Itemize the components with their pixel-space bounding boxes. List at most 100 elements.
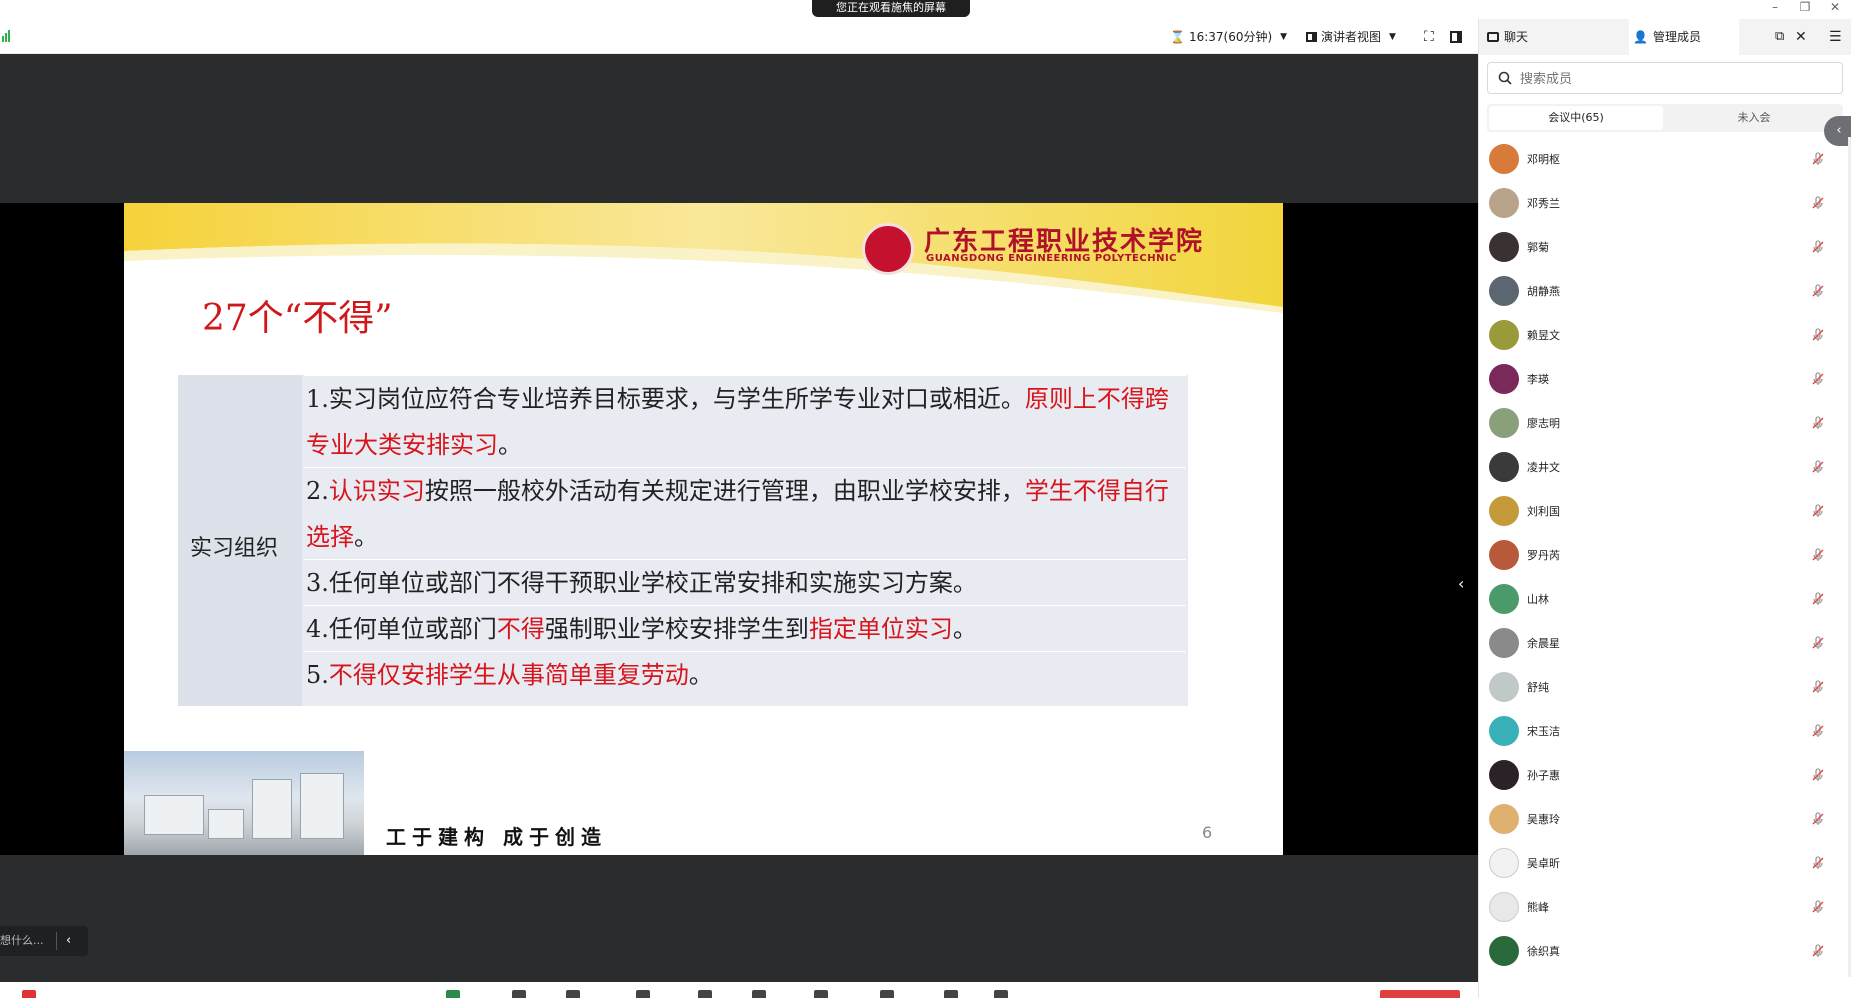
record-icon[interactable] xyxy=(752,990,766,998)
row-highlight: 认识实习 xyxy=(328,477,425,505)
mic-muted-icon[interactable] xyxy=(1810,151,1826,167)
member-row[interactable]: 孙子惠 xyxy=(1479,753,1851,797)
member-row[interactable]: 熊峰 xyxy=(1479,885,1851,929)
row-highlight: 不得仅安排学生从事简单重复劳动 xyxy=(328,661,689,689)
chevron-left-icon[interactable]: ‹ xyxy=(66,926,71,956)
member-row[interactable]: 罗丹芮 xyxy=(1479,533,1851,577)
restore-icon[interactable]: ❐ xyxy=(1790,0,1820,16)
search-input[interactable] xyxy=(1520,69,1820,89)
avatar xyxy=(1489,584,1519,614)
mic-icon[interactable] xyxy=(22,990,36,998)
member-filter: 会议中(65) 未入会 xyxy=(1487,104,1843,132)
member-name: 吴卓昕 xyxy=(1527,857,1560,870)
mic-muted-icon[interactable] xyxy=(1810,239,1826,255)
member-name: 熊峰 xyxy=(1527,901,1549,914)
mic-muted-icon[interactable] xyxy=(1810,547,1826,563)
avatar xyxy=(1489,716,1519,746)
tab-not-joined[interactable]: 未入会 xyxy=(1667,106,1841,130)
mic-muted-icon[interactable] xyxy=(1810,371,1826,387)
rules-table: 实习组织 1.实习岗位应符合专业培养目标要求，与学生所学专业对口或相近。原则上不… xyxy=(178,375,1188,706)
mic-muted-icon[interactable] xyxy=(1810,767,1826,783)
member-row[interactable]: 山林 xyxy=(1479,577,1851,621)
member-row[interactable]: 邓秀兰 xyxy=(1479,181,1851,225)
member-row[interactable]: 郭菊 xyxy=(1479,225,1851,269)
apps-icon[interactable] xyxy=(944,990,958,998)
row-text: 。 xyxy=(498,431,522,459)
chat-icon[interactable] xyxy=(698,990,712,998)
screen-share-banner[interactable]: 您正在观看施焦的屏幕 xyxy=(812,0,970,17)
member-row[interactable]: 李瑛 xyxy=(1479,357,1851,401)
user-icon[interactable] xyxy=(880,990,894,998)
mic-muted-icon[interactable] xyxy=(1810,855,1826,871)
member-row[interactable]: 吴惠玲 xyxy=(1479,797,1851,841)
fullscreen-icon: ⛶ xyxy=(1424,29,1434,45)
mic-muted-icon[interactable] xyxy=(1810,591,1826,607)
mic-muted-icon[interactable] xyxy=(1810,943,1826,959)
popout-button[interactable]: ⧉ xyxy=(1775,19,1784,55)
member-row[interactable]: 胡静燕 xyxy=(1479,269,1851,313)
member-row[interactable]: 赖昱文 xyxy=(1479,313,1851,357)
settings-icon[interactable] xyxy=(994,990,1008,998)
member-name: 李瑛 xyxy=(1527,373,1549,386)
slide-footer: 工于建构 成于创造 6 xyxy=(124,733,1283,855)
view-mode-button[interactable]: 演讲者视图 ▼ xyxy=(1306,27,1396,47)
member-name: 邓秀兰 xyxy=(1527,197,1560,210)
security-icon[interactable] xyxy=(512,990,526,998)
tab-chat[interactable]: 聊天 xyxy=(1487,19,1528,55)
mic-muted-icon[interactable] xyxy=(1810,415,1826,431)
member-row[interactable]: 吴卓昕 xyxy=(1479,841,1851,885)
row-text: 。 xyxy=(688,661,713,689)
mic-muted-icon[interactable] xyxy=(1810,283,1826,299)
manage-members-icon[interactable] xyxy=(636,990,650,998)
member-row[interactable]: 廖志明 xyxy=(1479,401,1851,445)
bottom-control-bar xyxy=(0,982,1478,998)
member-row[interactable]: 邓明枢 xyxy=(1479,137,1851,181)
mic-muted-icon[interactable] xyxy=(1810,723,1826,739)
meeting-timer[interactable]: ⌛ 16:37(60分钟) ▼ xyxy=(1170,27,1287,47)
mic-muted-icon[interactable] xyxy=(1810,679,1826,695)
row-text: 。 xyxy=(354,523,378,551)
meeting-toolbar: ⌛ 16:37(60分钟) ▼ 演讲者视图 ▼ ⛶ xyxy=(0,19,1478,54)
avatar xyxy=(1489,364,1519,394)
member-row[interactable]: 刘利国 xyxy=(1479,489,1851,533)
reaction-icon[interactable] xyxy=(814,990,828,998)
tab-members[interactable]: 👤 管理成员 xyxy=(1633,19,1701,55)
menu-icon: ☰ xyxy=(1829,29,1842,45)
timer-text: 16:37(60分钟) xyxy=(1188,30,1273,44)
avatar xyxy=(1489,936,1519,966)
close-panel-button[interactable]: ✕ xyxy=(1795,19,1807,55)
member-row[interactable]: 徐织真 xyxy=(1479,929,1851,973)
avatar xyxy=(1489,276,1519,306)
chat-input-hint[interactable]: 想什么... ‹ xyxy=(0,926,88,956)
table-label-cell: 实习组织 xyxy=(178,375,302,706)
layout-toggle-button[interactable] xyxy=(1450,27,1462,47)
avatar xyxy=(1489,496,1519,526)
chat-hint-text: 想什么... xyxy=(0,934,44,947)
mic-muted-icon[interactable] xyxy=(1810,195,1826,211)
row-highlight: 不得 xyxy=(496,615,545,643)
mic-muted-icon[interactable] xyxy=(1810,811,1826,827)
chevron-left-icon[interactable]: ‹ xyxy=(1458,574,1472,598)
member-row[interactable]: 舒纯 xyxy=(1479,665,1851,709)
member-name: 胡静燕 xyxy=(1527,285,1560,298)
avatar xyxy=(1489,408,1519,438)
member-name: 廖志明 xyxy=(1527,417,1560,430)
share-icon[interactable] xyxy=(446,990,460,998)
table-row: 1.实习岗位应符合专业培养目标要求，与学生所学专业对口或相近。原则上不得跨专业大… xyxy=(304,375,1186,467)
member-row[interactable]: 宋玉洁 xyxy=(1479,709,1851,753)
minimize-icon[interactable]: – xyxy=(1760,0,1790,16)
mic-muted-icon[interactable] xyxy=(1810,459,1826,475)
member-row[interactable]: 凌井文 xyxy=(1479,445,1851,489)
close-window-icon[interactable]: ✕ xyxy=(1820,0,1850,16)
member-search[interactable] xyxy=(1487,62,1843,94)
mic-muted-icon[interactable] xyxy=(1810,635,1826,651)
leave-meeting-button[interactable] xyxy=(1380,990,1460,998)
member-row[interactable]: 余晨星 xyxy=(1479,621,1851,665)
fullscreen-button[interactable]: ⛶ xyxy=(1424,27,1434,47)
menu-button[interactable]: ☰ xyxy=(1829,19,1842,55)
members-icon[interactable] xyxy=(566,990,580,998)
tab-in-meeting[interactable]: 会议中(65) xyxy=(1489,106,1663,130)
mic-muted-icon[interactable] xyxy=(1810,503,1826,519)
mic-muted-icon[interactable] xyxy=(1810,899,1826,915)
mic-muted-icon[interactable] xyxy=(1810,327,1826,343)
